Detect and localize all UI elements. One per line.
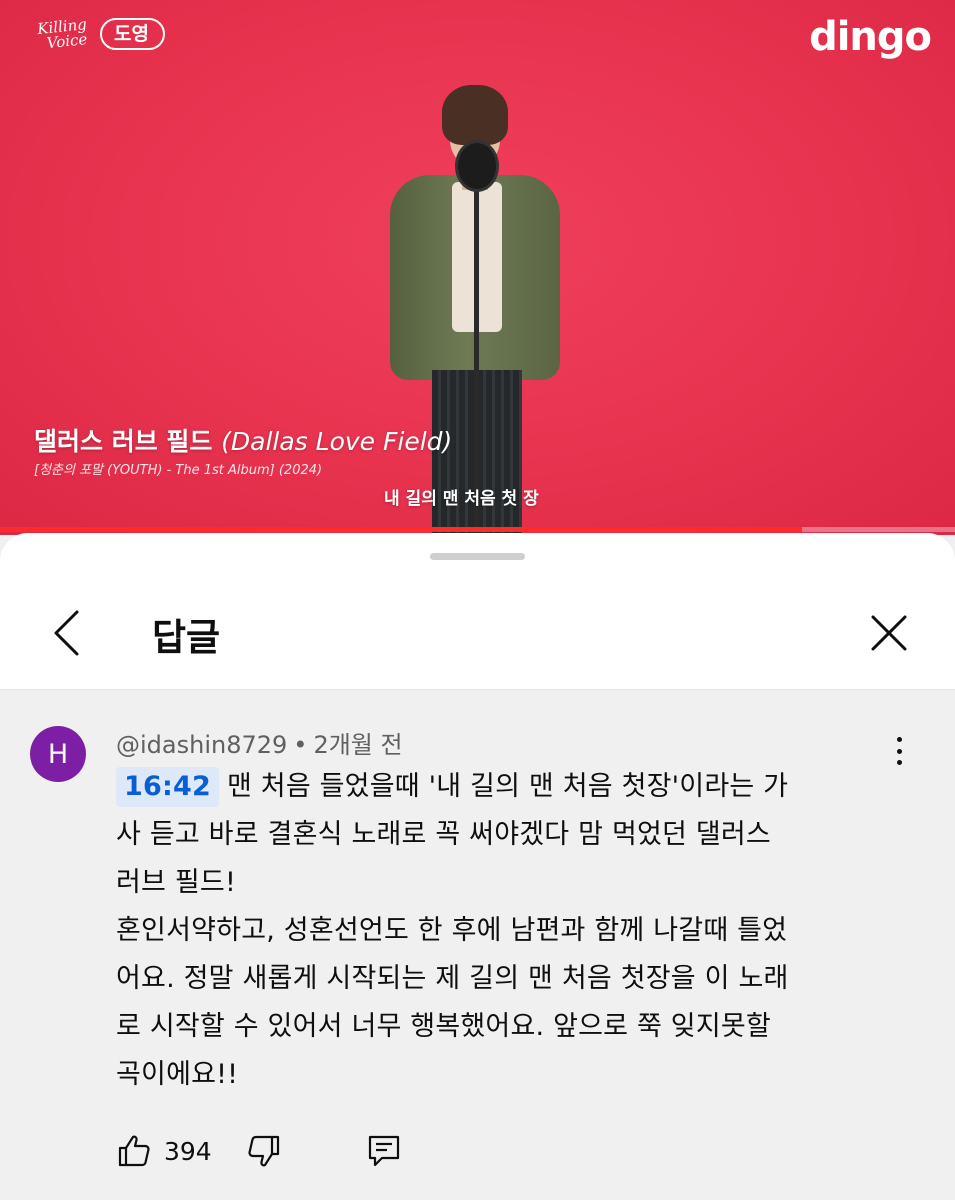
reply-icon <box>368 1135 399 1167</box>
comment-line: 곡이에요!! <box>116 1059 239 1090</box>
killing-voice-badge: Killing Voice 도영 <box>36 15 165 53</box>
dislike-button[interactable] <box>246 1133 282 1169</box>
lyric-subtitle: 내 길의 맨 처음 첫 장 <box>384 489 539 509</box>
video-progress-played <box>0 527 803 532</box>
comment-time: 2개월 전 <box>313 731 403 759</box>
reply-button[interactable] <box>366 1133 402 1169</box>
chevron-left-icon <box>54 610 79 656</box>
like-button[interactable] <box>116 1133 152 1169</box>
comment-line: 로 시작할 수 있어서 너무 행복했어요. 앞으로 쭉 잊지못할 <box>116 1011 771 1042</box>
timestamp-link[interactable]: 16:42 <box>116 767 219 807</box>
comment-line: 사 듣고 바로 결혼식 노래로 꼭 써야겠다 맘 먹었던 댈러스 <box>116 819 771 850</box>
comment-line: 혼인서약하고, 성혼선언도 한 후에 남편과 함께 나갈때 틀었 <box>116 915 788 946</box>
dingo-logo: dingo <box>809 14 932 60</box>
thumbs-up-icon <box>118 1135 150 1167</box>
artist-name-badge: 도영 <box>100 18 165 50</box>
thumbs-down-icon <box>248 1135 279 1167</box>
killing-voice-logo: Killing Voice <box>36 15 89 53</box>
comment-line: 16:42 맨 처음 들었을때 '내 길의 맨 처음 첫장'이라는 가 <box>116 763 906 811</box>
drag-handle[interactable] <box>430 553 525 560</box>
comment-line: 어요. 정말 새롭게 시작되는 제 길의 맨 처음 첫장을 이 노래 <box>116 963 789 994</box>
comment-line: 러브 필드! <box>116 867 236 898</box>
avatar-initial: H <box>47 738 69 770</box>
avatar[interactable]: H <box>30 726 86 782</box>
comment-actions: 394 <box>116 1131 402 1171</box>
close-icon <box>871 615 907 651</box>
replies-sheet: 답글 H @idashin8729 • 2개월 전 16:42 맨 처음 들었을때 '… <box>0 533 955 1200</box>
comment-meta: @idashin8729 • 2개월 전 <box>116 725 403 760</box>
comment-author[interactable]: @idashin8729 <box>116 731 287 759</box>
video-player[interactable]: Killing Voice 도영 dingo 댈러스 러브 필드 (Dallas… <box>0 0 955 535</box>
back-button[interactable] <box>40 606 94 660</box>
sheet-header: 답글 <box>0 533 955 690</box>
comment-text: 16:42 맨 처음 들었을때 '내 길의 맨 처음 첫장'이라는 가 사 듣고 … <box>116 763 906 1099</box>
meta-separator: • <box>293 731 308 759</box>
album-caption: [청춘의 포말 (YOUTH) - The 1st Album] (2024) <box>34 463 323 478</box>
close-button[interactable] <box>862 606 916 660</box>
like-count: 394 <box>164 1136 212 1166</box>
singer-figure <box>380 80 570 535</box>
song-title: 댈러스 러브 필드 (Dallas Love Field) <box>34 427 453 456</box>
microphone <box>455 140 499 192</box>
sheet-title: 답글 <box>152 616 221 659</box>
more-vert-icon <box>896 737 902 742</box>
video-progress-bar[interactable] <box>0 527 955 532</box>
